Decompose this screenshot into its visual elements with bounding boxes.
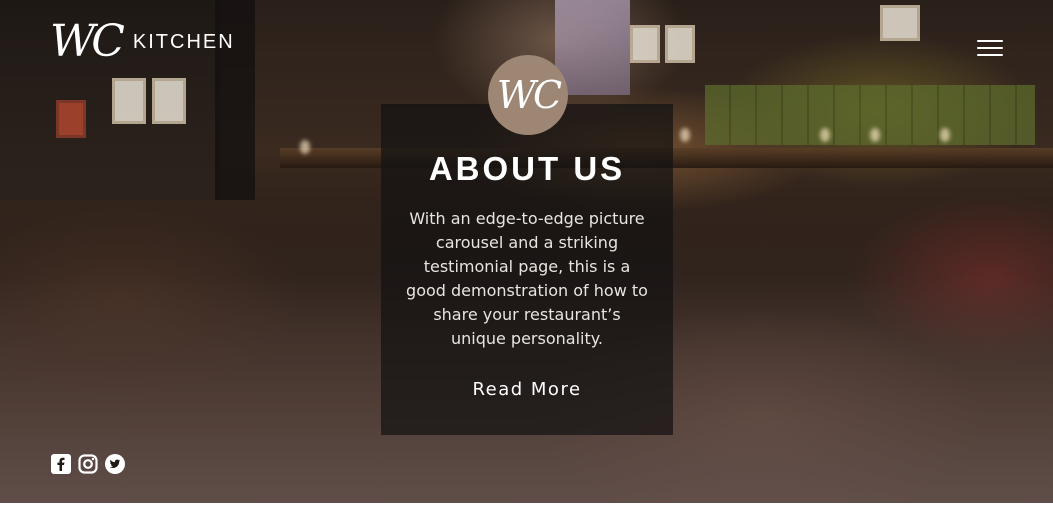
read-more-link[interactable]: Read More bbox=[381, 379, 673, 400]
badge-monogram: WC bbox=[496, 73, 562, 117]
social-links bbox=[51, 454, 125, 474]
logo-monogram: WC bbox=[50, 16, 125, 67]
site-logo[interactable]: WC KITCHEN bbox=[50, 20, 235, 64]
about-title: ABOUT US bbox=[428, 150, 626, 187]
about-badge: WC bbox=[488, 55, 568, 135]
twitter-icon[interactable] bbox=[105, 454, 125, 474]
about-description: With an edge-to-edge picture carousel an… bbox=[406, 209, 648, 348]
logo-wordmark: KITCHEN bbox=[132, 30, 235, 53]
facebook-icon[interactable] bbox=[51, 454, 71, 474]
hamburger-menu-icon[interactable] bbox=[977, 40, 1003, 60]
instagram-icon[interactable] bbox=[78, 454, 98, 474]
